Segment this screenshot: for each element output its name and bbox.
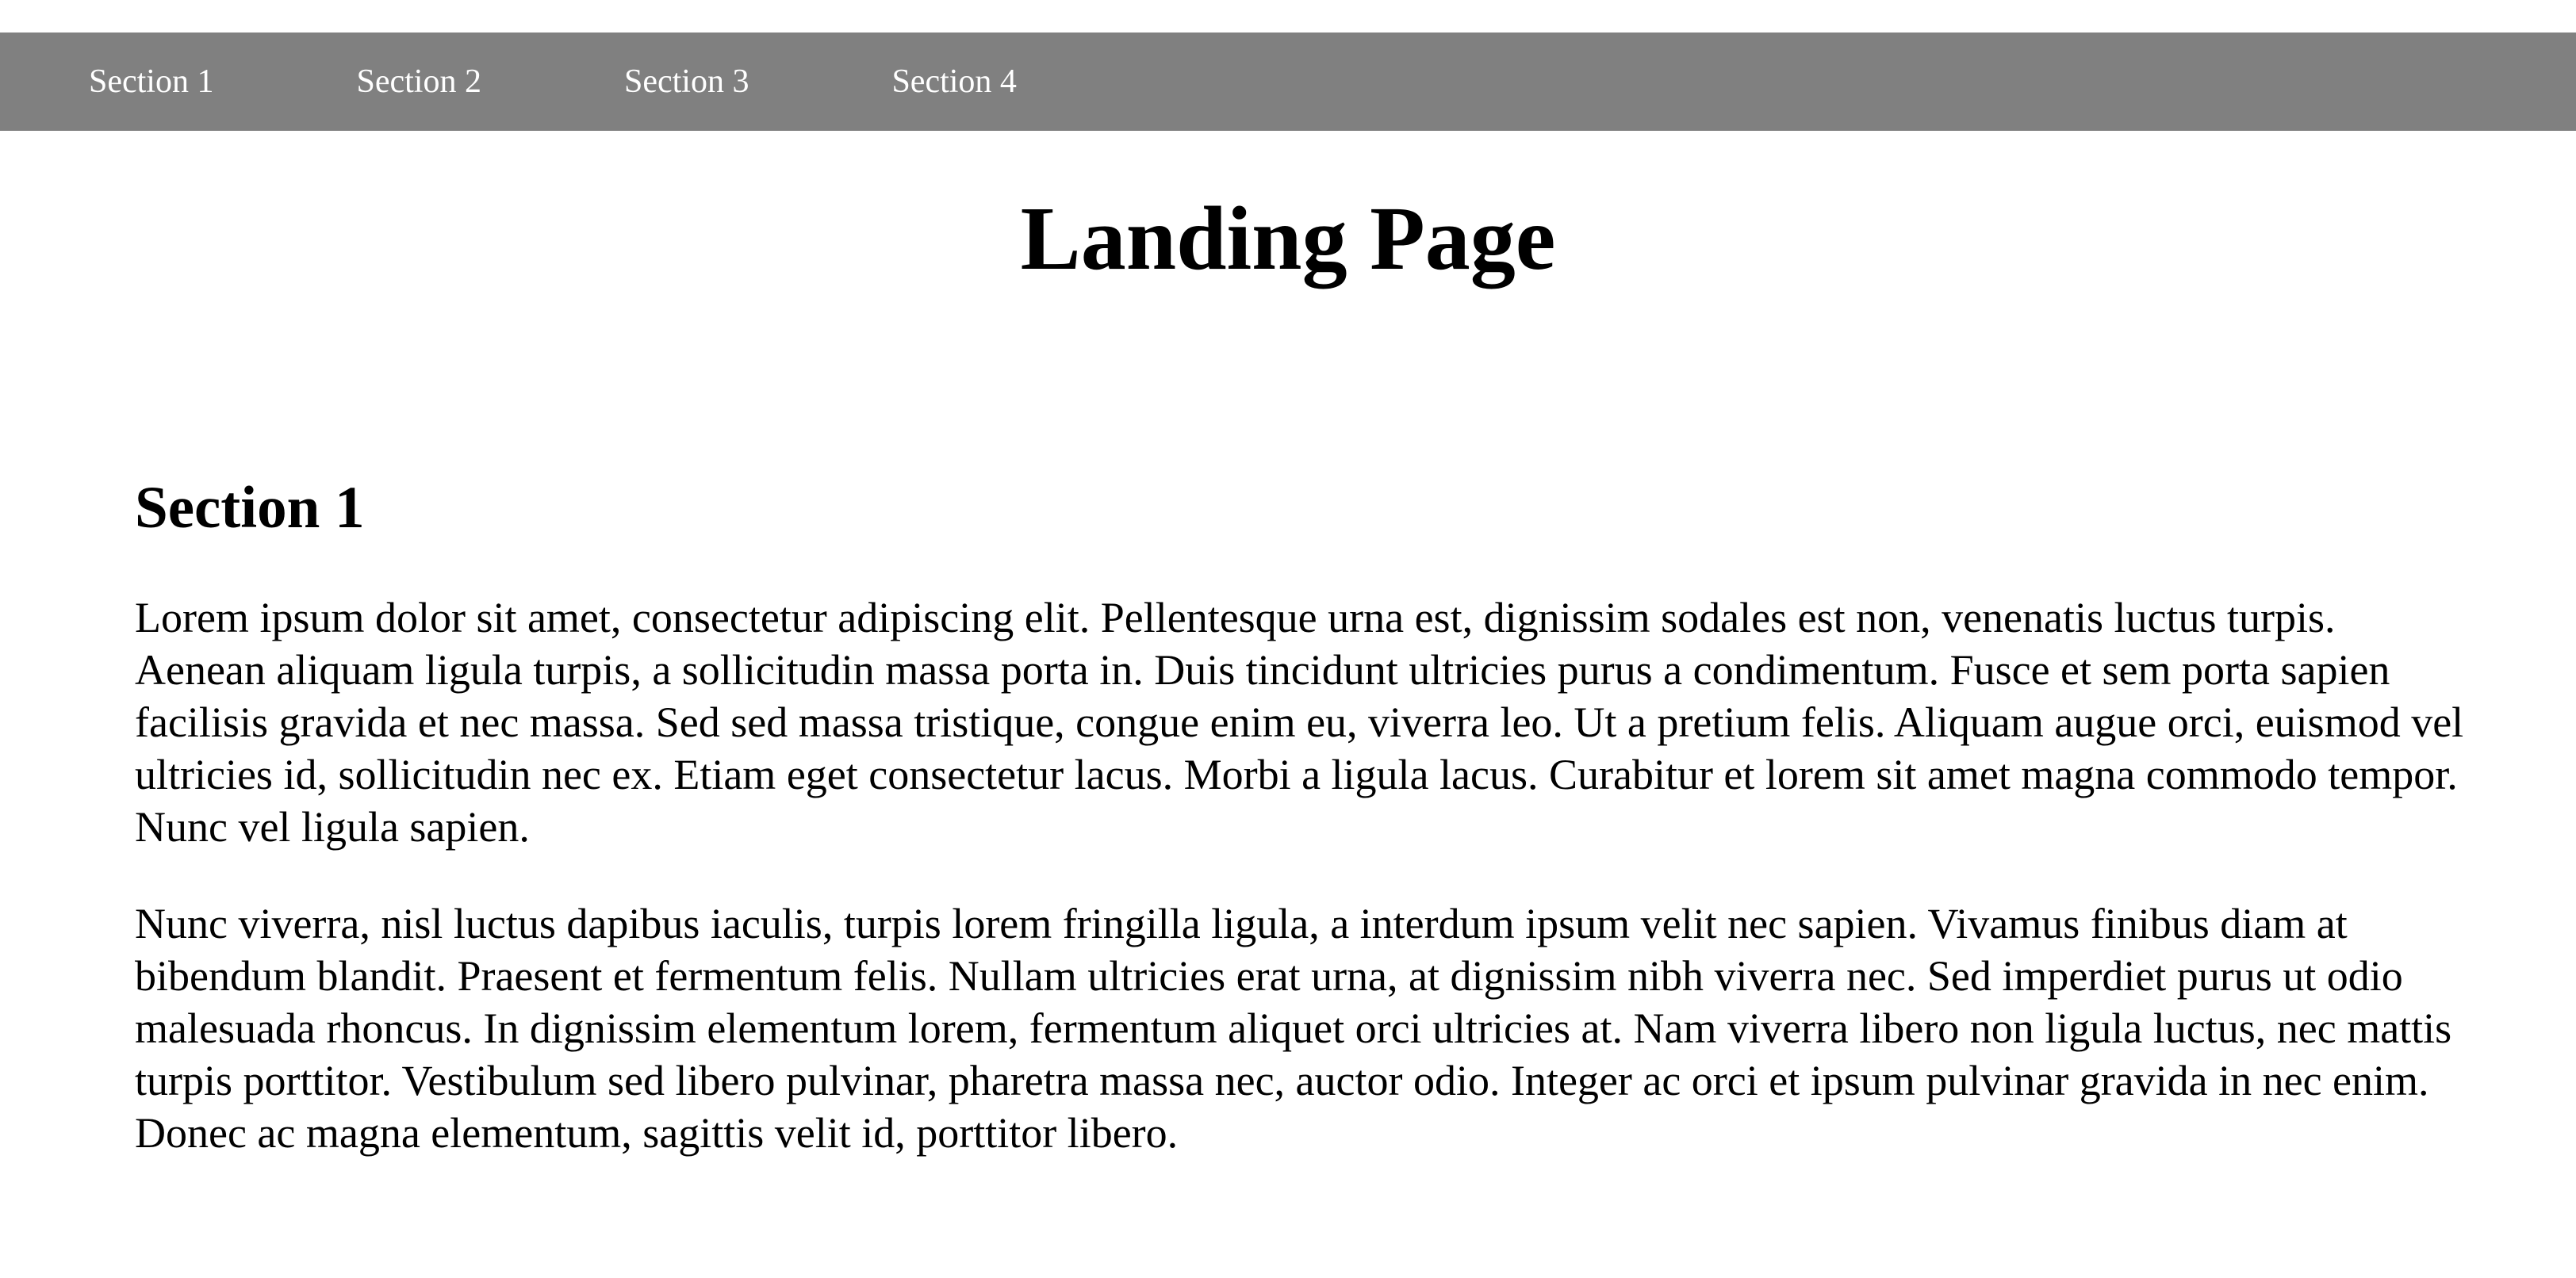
nav-link-section-1[interactable]: Section 1	[89, 65, 213, 98]
section-1: Section 1 Lorem ipsum dolor sit amet, co…	[135, 475, 2467, 1159]
nav-link-section-3[interactable]: Section 3	[624, 65, 749, 98]
top-navigation-bar: Section 1 Section 2 Section 3 Section 4	[0, 33, 2576, 131]
page-title: Landing Page	[1020, 188, 1556, 289]
section-paragraph: Lorem ipsum dolor sit amet, consectetur …	[135, 593, 2464, 851]
section-paragraph: Nunc viverra, nisl luctus dapibus iaculi…	[135, 899, 2452, 1157]
nav-link-section-4[interactable]: Section 4	[891, 65, 1016, 98]
section-heading: Section 1	[135, 475, 365, 541]
nav-link-section-2[interactable]: Section 2	[356, 65, 481, 98]
